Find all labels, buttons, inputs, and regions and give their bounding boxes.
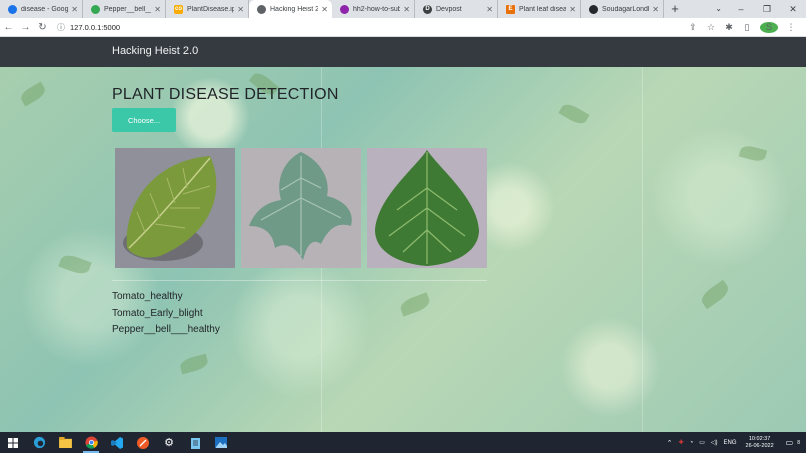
volume-icon[interactable]: ◁) <box>711 439 718 446</box>
profile-avatar[interactable]: S <box>760 21 778 33</box>
extensions-icon[interactable]: ✱ <box>720 22 738 33</box>
tab-title: Pepper__bell__B <box>104 5 151 13</box>
postman-icon[interactable] <box>130 432 156 453</box>
clock-date: 26-06-2022 <box>745 442 774 449</box>
tab-title: SoudagarLondhe <box>602 5 649 13</box>
side-panel-icon[interactable]: ▯ <box>738 22 756 33</box>
browser-toolbar: ← → ↻ ⓘ 127.0.0.1:5000 ⇪ ☆ ✱ ▯ S ⋮ <box>0 18 806 37</box>
network-icon[interactable]: ◔ <box>690 440 694 446</box>
chat-bubble-icon: ▭ <box>785 438 794 447</box>
decorative-leaf <box>398 292 432 317</box>
tab-title: disease - Googl <box>21 5 69 13</box>
close-tab-icon[interactable]: ✕ <box>321 5 328 14</box>
navbar-brand[interactable]: Hacking Heist 2.0 <box>112 45 198 57</box>
leaf-image-3 <box>367 148 487 268</box>
clock-time: 10:02:37 <box>748 435 771 442</box>
chrome-icon[interactable] <box>78 432 104 453</box>
globe-icon <box>257 4 266 14</box>
browser-tab[interactable]: Pepper__bell__B ✕ <box>83 0 166 18</box>
decorative-leaf <box>18 81 48 107</box>
tab-title: hh2-how-to-sub <box>353 5 401 13</box>
share-icon[interactable]: ⇪ <box>684 22 702 33</box>
battery-icon[interactable]: ▭ <box>699 439 705 446</box>
close-tab-icon[interactable]: ✕ <box>71 5 78 14</box>
github-icon <box>589 4 598 14</box>
tab-title: Hacking Heist 2.0 <box>270 5 319 13</box>
drive-icon <box>8 4 17 14</box>
close-tab-icon[interactable]: ✕ <box>569 5 576 14</box>
tab-title: Plant leaf disease <box>519 5 567 13</box>
page-title: PLANT DISEASE DETECTION <box>112 86 339 103</box>
browser-tab-active[interactable]: Hacking Heist 2.0 ✕ <box>249 0 332 18</box>
tab-title: Devpost <box>436 5 462 13</box>
decorative-leaf <box>698 279 732 310</box>
forward-icon[interactable]: → <box>17 22 34 33</box>
close-tab-icon[interactable]: ✕ <box>486 5 493 14</box>
restore-icon[interactable]: ❐ <box>754 0 780 18</box>
browser-tab[interactable]: disease - Googl ✕ <box>0 0 83 18</box>
browser-tab[interactable]: SoudagarLondhe ✕ <box>581 0 664 18</box>
reload-icon[interactable]: ↻ <box>34 22 51 33</box>
windows-taskbar: ⚙ ⌃ ✚ ◔ ▭ ◁) ENG 10:02:37 26-06-2022 ▭ 8 <box>0 432 806 453</box>
choose-file-button[interactable]: Choose... <box>112 108 176 132</box>
new-tab-button[interactable]: + <box>664 0 686 18</box>
url-text[interactable]: 127.0.0.1:5000 <box>70 23 120 32</box>
decorative-leaf <box>738 143 768 164</box>
close-tab-icon[interactable]: ✕ <box>237 5 244 14</box>
notification-icon[interactable]: ▭ 8 <box>783 438 803 447</box>
browser-tab-strip: disease - Googl ✕ Pepper__bell__B ✕ co P… <box>0 0 806 18</box>
notification-count: 8 <box>797 439 800 446</box>
background-seam <box>642 67 643 432</box>
edge-icon[interactable] <box>26 432 52 453</box>
browser-tab[interactable]: D Devpost ✕ <box>415 0 498 18</box>
settings-gear-icon[interactable]: ⚙ <box>156 432 182 453</box>
tab-title: PlantDisease.ipy <box>187 5 235 13</box>
browser-tab[interactable]: E Plant leaf disease ✕ <box>498 0 581 18</box>
close-tab-icon[interactable]: ✕ <box>403 5 410 14</box>
vscode-icon[interactable] <box>104 432 130 453</box>
notepad-icon[interactable] <box>182 432 208 453</box>
browser-tab[interactable]: hh2-how-to-sub ✕ <box>332 0 415 18</box>
minimize-icon[interactable]: – <box>728 0 754 18</box>
web-page: Hacking Heist 2.0 PLANT DISEASE DETECTIO… <box>0 37 806 432</box>
info-icon[interactable]: ⓘ <box>57 22 65 33</box>
decorative-leaf <box>178 353 210 375</box>
system-tray: ⌃ ✚ ◔ ▭ ◁) ENG 10:02:37 26-06-2022 ▭ 8 <box>664 432 806 453</box>
file-explorer-icon[interactable] <box>52 432 78 453</box>
prediction-result: Tomato_healthy <box>112 291 183 302</box>
photos-icon[interactable] <box>208 432 234 453</box>
kaggle-icon <box>91 4 100 14</box>
site-navbar: Hacking Heist 2.0 <box>0 37 806 67</box>
window-controls: – ❐ ✕ <box>728 0 806 18</box>
divider <box>112 280 487 281</box>
github-icon <box>340 4 349 14</box>
leaf-image-1 <box>115 148 235 268</box>
clock[interactable]: 10:02:37 26-06-2022 <box>746 436 774 450</box>
browser-tab[interactable]: co PlantDisease.ipy ✕ <box>166 0 249 18</box>
menu-icon[interactable]: ⋮ <box>782 22 800 33</box>
windows-start-icon[interactable] <box>0 432 26 453</box>
leaf-image-2 <box>241 148 361 268</box>
back-icon[interactable]: ← <box>0 22 17 33</box>
tab-search-icon[interactable]: ⌄ <box>715 0 722 18</box>
prediction-result: Tomato_Early_blight <box>112 307 203 319</box>
bookmark-star-icon[interactable]: ☆ <box>702 22 720 33</box>
address-bar[interactable]: ⓘ 127.0.0.1:5000 <box>57 20 684 35</box>
colab-icon: co <box>174 4 183 14</box>
site-icon: E <box>506 4 515 14</box>
chevron-up-icon[interactable]: ⌃ <box>667 439 673 447</box>
devpost-icon: D <box>423 4 432 14</box>
close-window-icon[interactable]: ✕ <box>780 0 806 18</box>
close-tab-icon[interactable]: ✕ <box>154 5 161 14</box>
language-indicator[interactable]: ENG <box>724 440 737 446</box>
prediction-results: Tomato_healthy Tomato_Early_blight Peppe… <box>112 289 220 339</box>
close-tab-icon[interactable]: ✕ <box>652 5 659 14</box>
prediction-result: Pepper__bell___healthy <box>112 324 220 336</box>
decorative-leaf <box>558 100 590 128</box>
decorative-leaf <box>58 252 92 277</box>
antivirus-icon[interactable]: ✚ <box>679 439 684 446</box>
